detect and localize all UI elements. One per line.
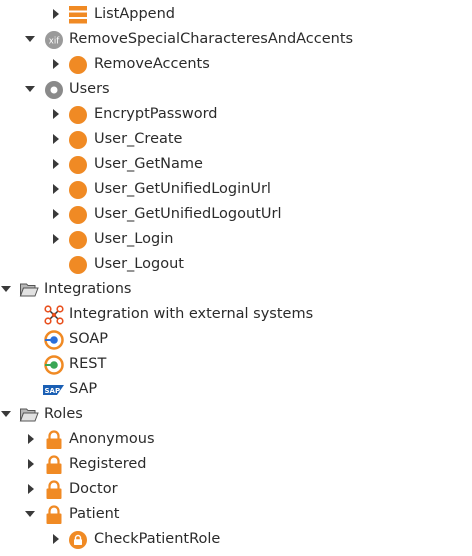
check-role-icon — [68, 530, 88, 550]
tree-item-label: RemoveAccents — [94, 56, 210, 72]
tree-item-label: User_Logout — [94, 256, 184, 272]
action-icon — [68, 230, 88, 250]
tree-item-label: User_Login — [94, 231, 174, 247]
action-icon — [68, 255, 88, 275]
action-icon — [68, 155, 88, 175]
tree-item-roles[interactable]: Roles — [0, 402, 472, 427]
folder-open-icon — [19, 280, 39, 300]
tree-item-anonymous[interactable]: Anonymous — [0, 427, 472, 452]
chevron-right-icon[interactable] — [50, 108, 62, 120]
tree-item-sap[interactable]: SAP SAP — [0, 377, 472, 402]
chevron-right-icon[interactable] — [25, 458, 37, 470]
structure-icon — [68, 5, 88, 25]
tree-item-label: SAP — [69, 381, 98, 397]
chevron-down-icon[interactable] — [0, 408, 12, 420]
chevron-down-icon[interactable] — [0, 283, 12, 295]
sap-icon: SAP — [43, 380, 64, 400]
chevron-right-icon[interactable] — [50, 158, 62, 170]
tree-item-integrations[interactable]: Integrations — [0, 277, 472, 302]
svg-text:SAP: SAP — [45, 387, 61, 395]
tree-item-label: Integration with external systems — [69, 306, 314, 322]
tree-item-users[interactable]: Users — [0, 77, 472, 102]
tree-item-label: SOAP — [69, 331, 109, 347]
tree-item-label: Roles — [44, 406, 83, 422]
action-icon — [68, 205, 88, 225]
chevron-right-icon[interactable] — [50, 8, 62, 20]
tree-item-label: Integrations — [44, 281, 132, 297]
chevron-down-icon[interactable] — [24, 33, 36, 45]
tree-item-label: Patient — [69, 506, 120, 522]
tree-item-label: ListAppend — [94, 6, 175, 22]
tree-item-doctor[interactable]: Doctor — [0, 477, 472, 502]
lock-icon — [44, 455, 64, 475]
chevron-right-icon[interactable] — [25, 483, 37, 495]
action-icon — [68, 105, 88, 125]
tree-item-patient[interactable]: Patient — [0, 502, 472, 527]
chevron-right-icon[interactable] — [50, 133, 62, 145]
tree-item-label: Anonymous — [69, 431, 155, 447]
tree-item-user-login[interactable]: User_Login — [0, 227, 472, 252]
lock-icon — [44, 480, 64, 500]
tree-view: ListAppend xif RemoveSpecialCharacteresA… — [0, 0, 472, 556]
tree-item-user-logout[interactable]: User_Logout — [0, 252, 472, 277]
tree-item-label: User_Create — [94, 131, 183, 147]
tree-item-label: REST — [69, 356, 107, 372]
module-icon — [44, 80, 64, 100]
chevron-right-icon[interactable] — [50, 533, 62, 545]
chevron-right-icon[interactable] — [50, 208, 62, 220]
tree-item-label: RemoveSpecialCharacteresAndAccents — [69, 31, 354, 47]
chevron-right-icon[interactable] — [50, 233, 62, 245]
tree-item-checkpatientrole[interactable]: CheckPatientRole — [0, 527, 472, 552]
tree-item-encryptpassword[interactable]: EncryptPassword — [0, 102, 472, 127]
tree-item-label: User_GetUnifiedLogoutUrl — [94, 206, 282, 222]
chevron-down-icon[interactable] — [24, 83, 36, 95]
tree-item-integration-with-external-systems[interactable]: Integration with external systems — [0, 302, 472, 327]
tree-item-soap[interactable]: SOAP — [0, 327, 472, 352]
tree-item-removeaccents[interactable]: RemoveAccents — [0, 52, 472, 77]
tree-item-label: Registered — [69, 456, 147, 472]
tree-item-user-getunifiedlogouturl[interactable]: User_GetUnifiedLogoutUrl — [0, 202, 472, 227]
svg-text:xif: xif — [49, 37, 60, 47]
tree-item-listappend[interactable]: ListAppend — [0, 2, 472, 27]
tree-item-registered[interactable]: Registered — [0, 452, 472, 477]
tree-item-label: User_GetUnifiedLoginUrl — [94, 181, 271, 197]
tree-item-user-create[interactable]: User_Create — [0, 127, 472, 152]
chevron-right-icon[interactable] — [25, 433, 37, 445]
rest-icon — [44, 355, 64, 375]
lock-icon — [44, 430, 64, 450]
tree-item-label: EncryptPassword — [94, 106, 218, 122]
tree-item-rest[interactable]: REST — [0, 352, 472, 377]
tree-item-user-getname[interactable]: User_GetName — [0, 152, 472, 177]
tree-item-removespecialcharacteresandaccents[interactable]: xif RemoveSpecialCharacteresAndAccents — [0, 27, 472, 52]
tree-item-label: User_GetName — [94, 156, 203, 172]
integration-icon — [44, 305, 64, 325]
tree-item-label: Doctor — [69, 481, 118, 497]
soap-icon — [44, 330, 64, 350]
extension-xif-icon: xif — [44, 30, 64, 50]
chevron-right-icon[interactable] — [50, 183, 62, 195]
chevron-down-icon[interactable] — [24, 508, 36, 520]
action-icon — [68, 55, 88, 75]
lock-icon — [44, 505, 64, 525]
action-icon — [68, 130, 88, 150]
action-icon — [68, 180, 88, 200]
tree-item-label: CheckPatientRole — [94, 531, 221, 547]
tree-item-user-getunifiedloginurl[interactable]: User_GetUnifiedLoginUrl — [0, 177, 472, 202]
folder-open-icon — [19, 405, 39, 425]
chevron-right-icon[interactable] — [50, 58, 62, 70]
tree-item-label: Users — [69, 81, 110, 97]
